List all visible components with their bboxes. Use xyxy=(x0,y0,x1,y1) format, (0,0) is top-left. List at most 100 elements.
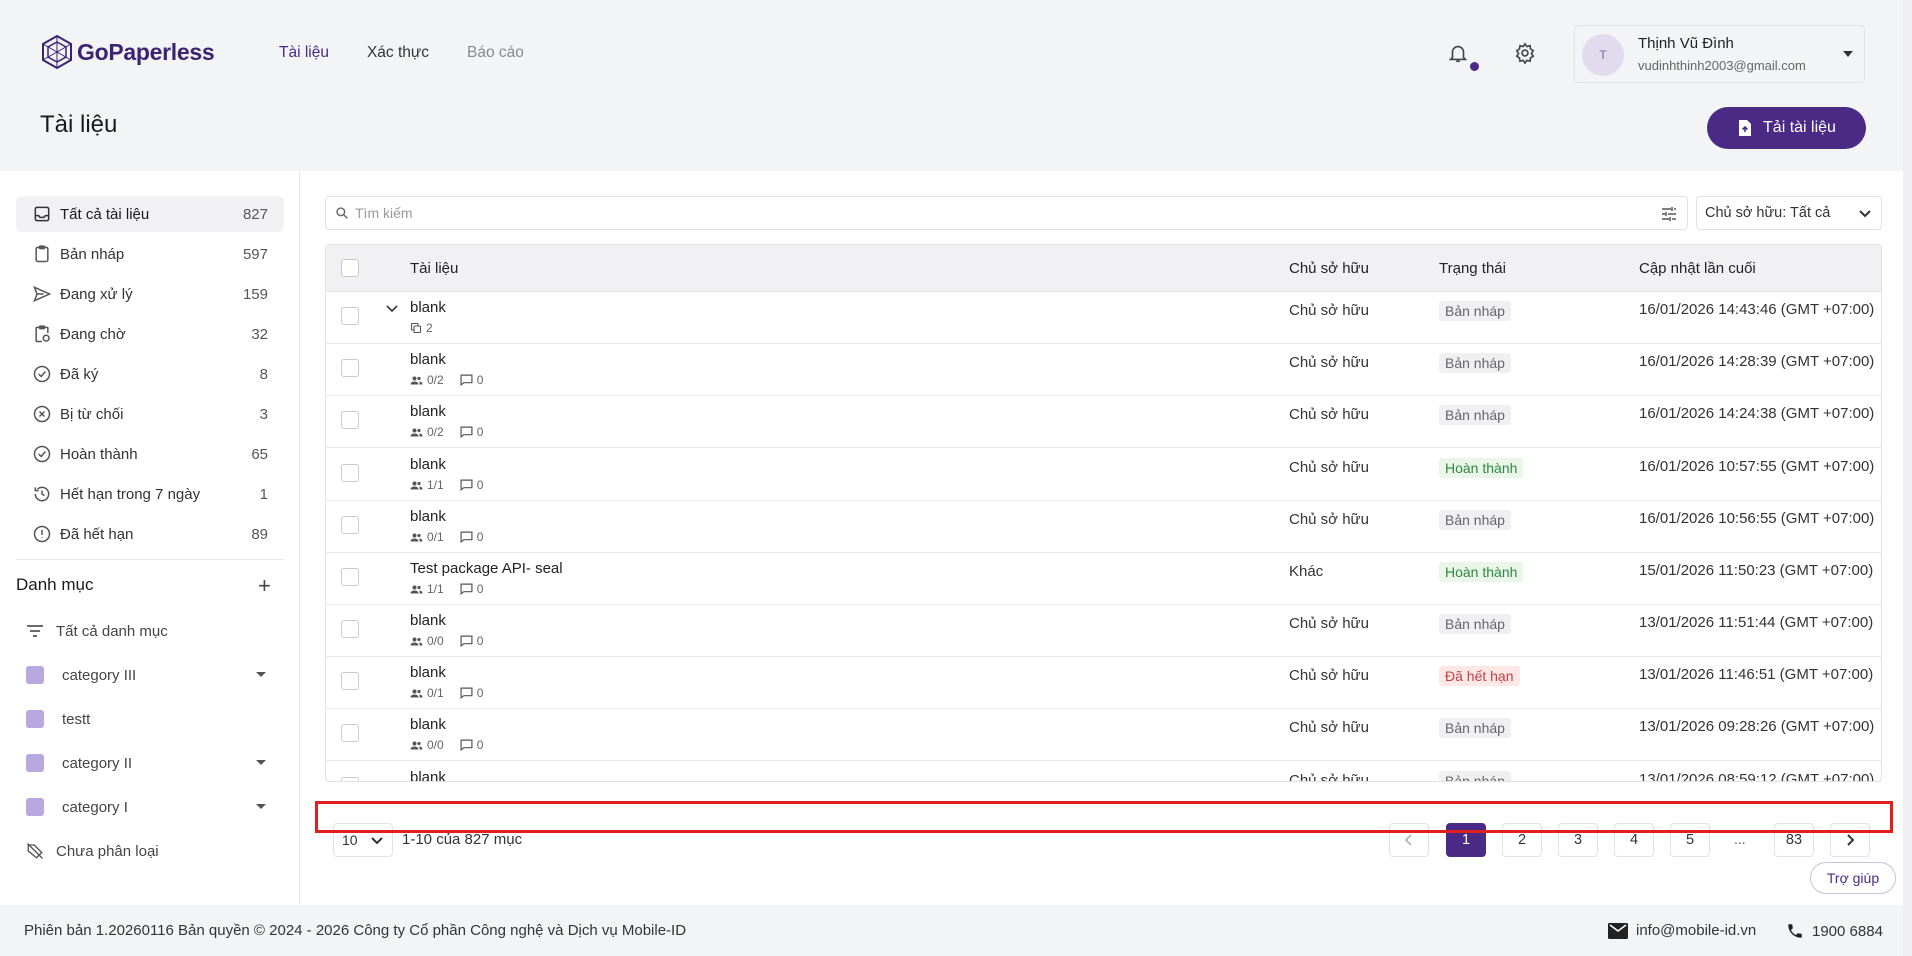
document-name[interactable]: Test package API- seal xyxy=(410,560,563,577)
footer-phone-text: 1900 6884 xyxy=(1812,922,1883,940)
page-button-5[interactable]: 5 xyxy=(1670,823,1710,857)
document-name[interactable]: blank xyxy=(410,664,446,681)
table-row[interactable]: blank 2 Chủ sở hữu Bản nháp 16/01/2026 14:43… xyxy=(326,292,1881,344)
row-checkbox[interactable] xyxy=(341,672,359,690)
sidebar-item-processing[interactable]: Đang xử lý 159 xyxy=(16,276,284,312)
sidebar-item-completed[interactable]: Hoàn thành 65 xyxy=(16,436,284,472)
document-name[interactable]: blank xyxy=(410,508,446,525)
table-row[interactable]: blank 0/2 0 Chủ sở hữu Bản nháp 16/01/2026 14… xyxy=(326,396,1881,448)
tune-icon[interactable] xyxy=(1661,207,1677,221)
people-icon xyxy=(410,533,423,541)
caret-down-icon[interactable] xyxy=(256,672,266,677)
bell-icon[interactable] xyxy=(1447,42,1469,64)
owner-filter-select[interactable]: Chủ sở hữu: Tất cả xyxy=(1696,196,1882,230)
table-row[interactable]: blank 1/1 0 Chủ sở hữu Hoàn thành 16/01/2026 … xyxy=(326,449,1881,501)
footer-phone[interactable]: 1900 6884 xyxy=(1786,922,1883,940)
sidebar-item-all[interactable]: Tất cả tài liệu 827 xyxy=(16,196,284,232)
avatar: T xyxy=(1582,34,1624,76)
document-name[interactable]: blank xyxy=(410,716,446,733)
row-checkbox[interactable] xyxy=(341,464,359,482)
footer-email[interactable]: info@mobile-id.vn xyxy=(1608,922,1756,939)
logo[interactable]: GoPaperless xyxy=(41,35,215,69)
sidebar-item-signed[interactable]: Đã ký 8 xyxy=(16,356,284,392)
upload-document-button[interactable]: Tải tài liệu xyxy=(1707,107,1866,149)
column-document[interactable]: Tài liệu xyxy=(410,260,458,277)
page-title: Tài liệu xyxy=(40,111,118,138)
sidebar-item-waiting[interactable]: Đang chờ 32 xyxy=(16,316,284,352)
sidebar-item-expired[interactable]: Đã hết hạn 89 xyxy=(16,516,284,552)
comment-icon xyxy=(460,479,473,491)
sidebar-item-expiring[interactable]: Hết hạn trong 7 ngày 1 xyxy=(16,476,284,512)
column-status[interactable]: Trạng thái xyxy=(1439,260,1506,277)
row-checkbox[interactable] xyxy=(341,620,359,638)
doc-meta: 0/1 0 xyxy=(410,686,483,700)
search-input[interactable]: Tìm kiếm xyxy=(325,196,1688,230)
table-row[interactable]: blank 0/1 0 Chủ sở hữu Đã hết hạn 13/01/2026 … xyxy=(326,657,1881,709)
document-name[interactable]: blank xyxy=(410,299,446,316)
scrollbar[interactable] xyxy=(1903,0,1912,956)
people-icon xyxy=(410,637,423,645)
uncategorized-item[interactable]: Chưa phân loại xyxy=(26,836,266,866)
row-checkbox[interactable] xyxy=(341,568,359,586)
document-name[interactable]: blank xyxy=(410,403,446,420)
category-item[interactable]: category III xyxy=(26,660,266,690)
category-item[interactable]: testt xyxy=(26,704,266,734)
status-badge: Hoàn thành xyxy=(1439,562,1524,582)
chevron-down-icon[interactable] xyxy=(386,305,398,313)
nav-documents[interactable]: Tài liệu xyxy=(279,44,329,62)
category-item[interactable]: category I xyxy=(26,792,266,822)
page-button-3[interactable]: 3 xyxy=(1558,823,1598,857)
search-icon xyxy=(336,207,348,219)
document-name[interactable]: blank xyxy=(410,769,446,781)
table-row[interactable]: blank 0/1 0 Chủ sở hữu Bản nháp 16/01/2026 10… xyxy=(326,501,1881,553)
help-button[interactable]: Trợ giúp xyxy=(1810,862,1896,894)
page-button-1[interactable]: 1 xyxy=(1446,823,1486,857)
row-checkbox[interactable] xyxy=(341,307,359,325)
next-page-button[interactable] xyxy=(1830,823,1870,857)
comment-count: 0 xyxy=(476,634,484,648)
nav-reports[interactable]: Báo cáo xyxy=(467,44,524,62)
owner-cell: Chủ sở hữu xyxy=(1289,772,1369,782)
page-button-4[interactable]: 4 xyxy=(1614,823,1654,857)
uncategorized-label: Chưa phân loại xyxy=(56,842,159,860)
row-checkbox[interactable] xyxy=(341,724,359,742)
page-button-last[interactable]: 83 xyxy=(1774,823,1814,857)
nav-verification[interactable]: Xác thực xyxy=(367,44,429,62)
gear-icon[interactable] xyxy=(1514,42,1536,64)
add-category-button[interactable]: + xyxy=(258,575,271,597)
previous-page-button[interactable] xyxy=(1389,823,1429,857)
page-button-2[interactable]: 2 xyxy=(1502,823,1542,857)
row-checkbox[interactable] xyxy=(341,516,359,534)
document-name[interactable]: blank xyxy=(410,456,446,473)
select-all-checkbox[interactable] xyxy=(341,259,359,277)
row-checkbox[interactable] xyxy=(341,777,359,781)
column-updated[interactable]: Cập nhật lần cuối xyxy=(1639,260,1756,277)
row-checkbox[interactable] xyxy=(341,359,359,377)
sidebar-item-rejected[interactable]: Bị từ chối 3 xyxy=(16,396,284,432)
all-categories-item[interactable]: Tất cả danh mục xyxy=(26,616,266,646)
user-menu[interactable]: T Thịnh Vũ Đình vudinhthinh2003@gmail.co… xyxy=(1574,25,1865,83)
document-name[interactable]: blank xyxy=(410,612,446,629)
column-owner[interactable]: Chủ sở hữu xyxy=(1289,260,1369,277)
sidebar-item-count: 597 xyxy=(242,245,268,263)
comment-icon xyxy=(460,426,473,438)
sidebar-item-drafts[interactable]: Bản nháp 597 xyxy=(16,236,284,272)
sidebar-item-count: 65 xyxy=(251,445,268,463)
category-item[interactable]: category II xyxy=(26,748,266,778)
table-row[interactable]: Test package API- seal 1/1 0 Khác Hoàn thành… xyxy=(326,553,1881,605)
table-row[interactable]: blank 0/0 0 Chủ sở hữu Bản nháp 13/01/2026 09… xyxy=(326,709,1881,761)
inbox-icon xyxy=(34,206,50,222)
tag-off-icon xyxy=(27,843,43,859)
caret-down-icon[interactable] xyxy=(256,804,266,809)
page-size-select[interactable]: 10 xyxy=(333,823,393,857)
document-name[interactable]: blank xyxy=(410,351,446,368)
row-checkbox[interactable] xyxy=(341,411,359,429)
table-row[interactable]: blank 0/2 0 Chủ sở hữu Bản nháp 16/01/2026 14… xyxy=(326,344,1881,396)
table-row[interactable]: blank0/20Chủ sở hữuBản nháp13/01/2026 08… xyxy=(326,762,1881,782)
table-row[interactable]: blank 0/0 0 Chủ sở hữu Bản nháp 13/01/2026 11… xyxy=(326,605,1881,657)
owner-cell: Chủ sở hữu xyxy=(1289,719,1369,736)
status-badge: Bản nháp xyxy=(1439,301,1511,321)
alert-circle-icon xyxy=(33,525,51,543)
table-header: Tài liệu Chủ sở hữu Trạng thái Cập nhật … xyxy=(326,245,1881,292)
caret-down-icon[interactable] xyxy=(256,760,266,765)
